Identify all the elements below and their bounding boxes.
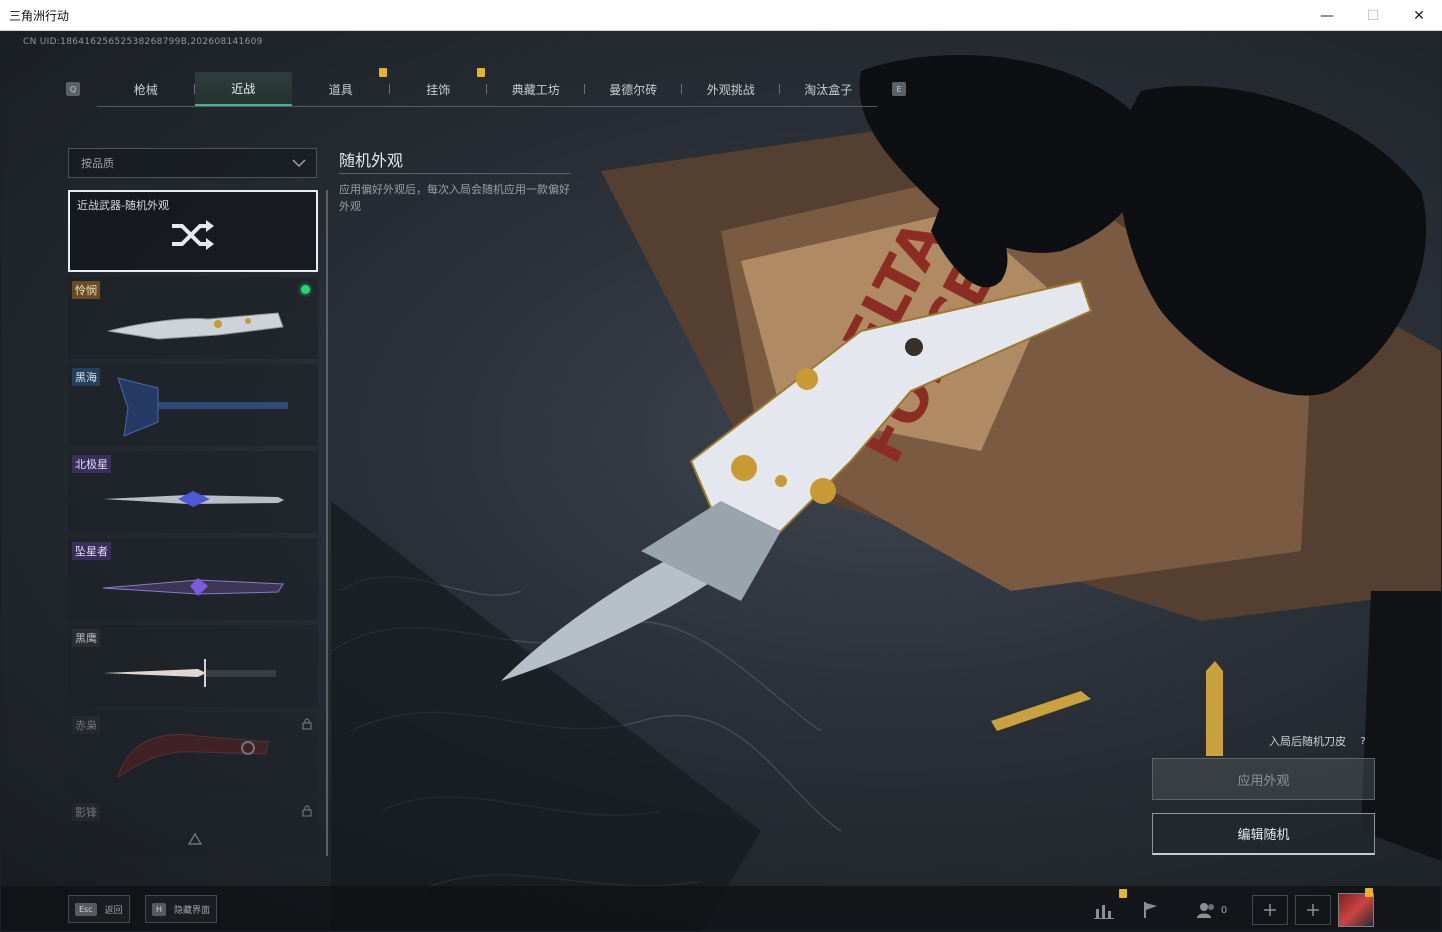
hide-key: H [152, 902, 167, 916]
help-icon[interactable]: ? [1356, 734, 1370, 748]
lock-icon [302, 805, 312, 817]
hide-ui-button[interactable]: H 隐藏界面 [145, 895, 218, 923]
category-tabs: 枪械 近战 道具 挂饰 典藏工坊 曼德尔砖 外观挑战 淘汰盒子 [97, 72, 877, 106]
tab-label: 淘汰盒子 [804, 82, 853, 97]
flag-icon [1144, 902, 1157, 918]
edit-random-button[interactable]: 编辑随机 [1152, 813, 1375, 855]
sort-dropdown[interactable]: 按品质 [68, 148, 317, 178]
tab-appearance-challenge[interactable]: 外观挑战 [682, 72, 780, 106]
avatar[interactable] [1338, 893, 1374, 927]
window-controls: — ☐ ✕ [1304, 0, 1442, 31]
list-item-black-hawk[interactable]: 黑鹰 [68, 625, 318, 707]
preview-title-divider [339, 173, 571, 174]
back-label: 返回 [104, 905, 123, 916]
item-name: 赤枭 [72, 716, 100, 734]
item-name: 近战武器-随机外观 [77, 199, 169, 212]
friends-icon [1196, 903, 1214, 918]
window-titlebar: 三角洲行动 — ☐ ✕ [0, 0, 1442, 31]
stats-badge [1119, 889, 1127, 898]
tabs-underline [97, 106, 877, 107]
tab-elimination-box[interactable]: 淘汰盒子 [780, 72, 878, 106]
bar-chart-icon [1094, 905, 1114, 919]
list-item-random[interactable]: 近战武器-随机外观 [68, 190, 318, 272]
add-slot-button-2[interactable] [1295, 895, 1331, 925]
preview-description: 应用偏好外观后，每次入局会随机应用一款偏好外观 [339, 183, 570, 213]
item-name: 黑鹰 [72, 629, 100, 647]
item-name: 北极星 [72, 455, 111, 473]
combat-knife-icon [103, 659, 276, 687]
back-key: Esc [75, 902, 97, 916]
list-item-red-owl[interactable]: 赤枭 [68, 712, 318, 794]
tab-label: 外观挑战 [706, 82, 755, 97]
stats-button[interactable] [1086, 895, 1122, 925]
hide-label: 隐藏界面 [174, 905, 211, 916]
tab-label: 近战 [231, 81, 256, 96]
item-name: 怜悯 [72, 281, 100, 299]
minimize-button[interactable]: — [1304, 0, 1350, 31]
tab-items-badge [379, 68, 387, 77]
avatar-badge [1365, 888, 1373, 897]
tab-charms-badge [477, 68, 485, 77]
tab-next-key[interactable]: E [892, 82, 906, 96]
tab-label: 枪械 [133, 82, 158, 97]
tab-guns[interactable]: 枪械 [97, 72, 195, 106]
equipped-indicator [301, 285, 310, 294]
window-title: 三角洲行动 [9, 8, 70, 23]
tab-mandel-brick[interactable]: 曼德尔砖 [585, 72, 682, 106]
dagger-icon [103, 491, 284, 507]
list-scrollbar[interactable] [326, 190, 328, 856]
tab-items[interactable]: 道具 [292, 72, 390, 106]
blade-icon [102, 578, 284, 596]
flag-button[interactable] [1133, 895, 1169, 925]
item-name: 黑海 [72, 368, 100, 386]
tab-melee[interactable]: 近战 [194, 72, 292, 106]
random-skin-label: 入局后随机刀皮 [1269, 735, 1346, 748]
player-uid: CN UID:18641625652538268799B,20260814160… [23, 37, 263, 47]
tab-prev-key[interactable]: Q [66, 82, 80, 96]
shuffle-icon [172, 220, 214, 250]
plus-icon [1264, 904, 1276, 916]
list-item-star-faller[interactable]: 坠星者 [68, 538, 318, 620]
friend-count: 0 [1220, 904, 1228, 916]
lock-icon [302, 718, 312, 730]
back-button[interactable]: Esc 返回 [68, 895, 130, 923]
tomahawk-icon [117, 377, 288, 437]
skin-list: 近战武器-随机外观 怜悯 黑海 北极星 坠星者 黑鹰 赤枭 影锋 [68, 190, 318, 856]
list-item-black-sea[interactable]: 黑海 [68, 364, 318, 446]
game-viewport: DELTA FORCE CN UID:18641625652538268799B… [1, 31, 1441, 931]
maximize-button[interactable]: ☐ [1350, 0, 1396, 31]
butterfly-knife-icon [107, 312, 284, 340]
karambit-icon [117, 734, 269, 779]
tab-label: 曼德尔砖 [609, 82, 658, 97]
tab-collection-workshop[interactable]: 典藏工坊 [487, 72, 585, 106]
plus-icon [1307, 904, 1319, 916]
item-name: 影锋 [72, 803, 100, 821]
triangle-icon [188, 833, 202, 845]
list-item-shadow-blade[interactable]: 影锋 [68, 799, 318, 856]
sort-label: 按品质 [81, 157, 114, 170]
preview-title: 随机外观 [339, 151, 404, 170]
random-skin-toggle-row: 入局后随机刀皮 ? [1269, 733, 1370, 749]
tab-label: 挂饰 [426, 82, 451, 97]
add-slot-button[interactable] [1252, 895, 1288, 925]
list-item-mercy[interactable]: 怜悯 [68, 277, 318, 359]
tab-charms[interactable]: 挂饰 [390, 72, 487, 106]
chevron-down-icon [292, 159, 306, 167]
tab-label: 典藏工坊 [511, 82, 560, 97]
close-button[interactable]: ✕ [1396, 0, 1442, 31]
item-name: 坠星者 [72, 542, 111, 560]
tab-label: 道具 [328, 82, 353, 97]
list-item-polaris[interactable]: 北极星 [68, 451, 318, 533]
apply-appearance-button[interactable]: 应用外观 [1152, 758, 1375, 800]
friends-button[interactable]: 0 [1191, 895, 1233, 925]
